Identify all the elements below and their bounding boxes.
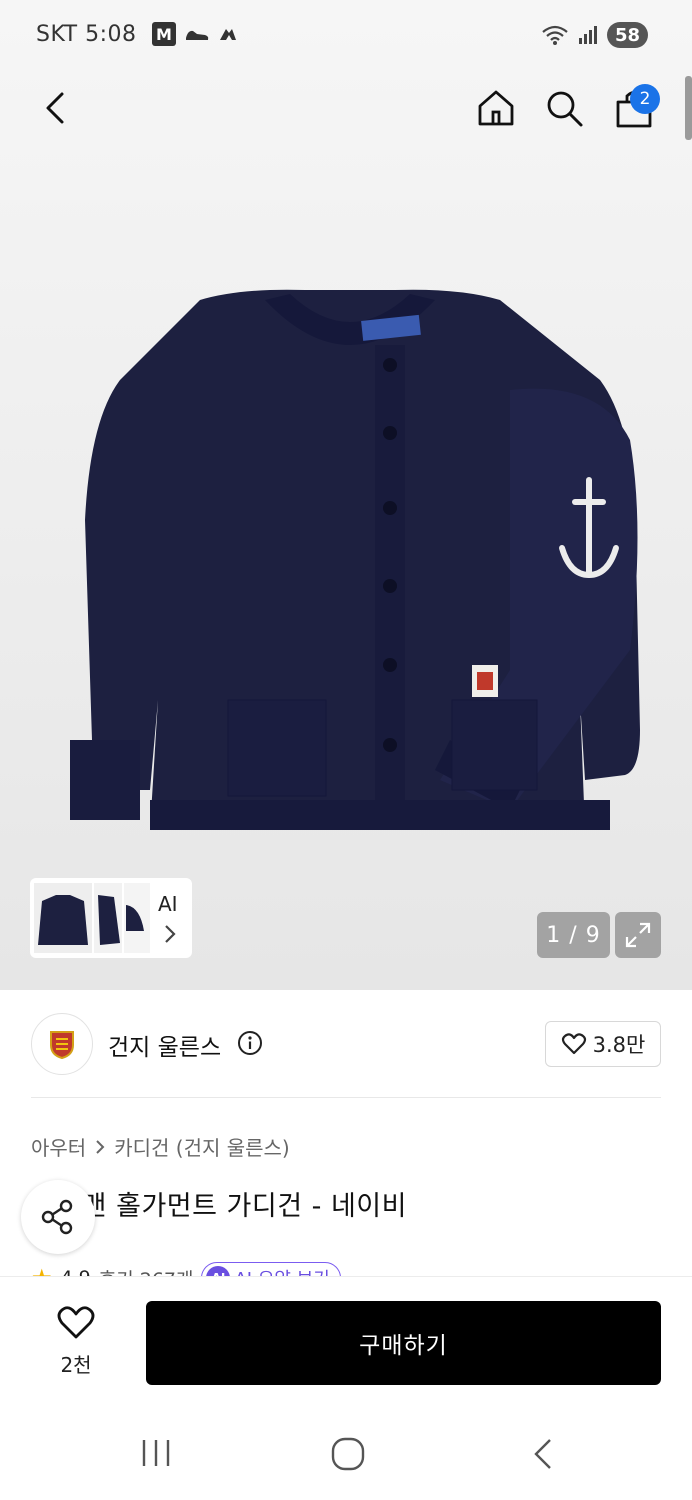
info-icon[interactable]	[237, 1030, 263, 1056]
app-icon	[220, 29, 236, 40]
wifi-icon	[542, 25, 568, 45]
breadcrumb: 아우터 카디건 (건지 울른스)	[31, 1132, 290, 1161]
recent-apps-button[interactable]	[140, 1438, 172, 1468]
top-nav	[0, 76, 692, 140]
wishlist-count: 2천	[60, 1353, 92, 1377]
status-bar: SKT 5:08 M 58	[0, 0, 692, 70]
chevron-right-icon	[96, 1139, 105, 1154]
ai-thumbnail-card[interactable]	[30, 878, 192, 958]
heart-icon	[561, 1033, 586, 1055]
search-button[interactable]	[542, 86, 586, 130]
chevron-right-icon	[165, 925, 176, 943]
breadcrumb-item[interactable]: 아우터	[31, 1132, 86, 1161]
expand-icon	[625, 922, 651, 948]
thumbnail-ai-label: AI	[158, 892, 178, 916]
thumbnail-images	[34, 883, 150, 953]
product-image[interactable]	[40, 270, 660, 870]
signal-icon	[578, 26, 597, 44]
share-icon	[41, 1199, 73, 1235]
m-badge-icon: M	[152, 22, 176, 46]
system-home-button[interactable]	[330, 1436, 366, 1472]
heart-icon	[57, 1306, 95, 1339]
battery-icon: 58	[606, 22, 648, 48]
wishlist-button[interactable]: 2천	[40, 1301, 112, 1381]
brand-logo[interactable]	[31, 1013, 93, 1075]
share-button[interactable]	[21, 1180, 95, 1254]
page-indicator: 1 / 9	[537, 912, 610, 958]
expand-button[interactable]	[615, 912, 661, 958]
breadcrumb-item[interactable]: 카디건 (건지 울른스)	[114, 1132, 290, 1161]
cart-count-badge: 2	[630, 84, 660, 114]
system-navigation-bar	[0, 1400, 692, 1500]
shoe-icon	[186, 30, 209, 40]
system-icons: 58	[541, 22, 648, 48]
product-gallery[interactable]: SKT 5:08 M 58 2 AI 1 / 9	[0, 0, 692, 990]
bottom-action-bar: 2천 구매하기	[0, 1276, 692, 1400]
brand-like-count: 3.8만	[592, 1033, 646, 1057]
brand-like-button[interactable]: 3.8만	[545, 1021, 661, 1067]
notification-icons: M	[152, 22, 238, 46]
buy-button[interactable]: 구매하기	[146, 1301, 661, 1385]
divider	[31, 1097, 661, 1098]
back-button[interactable]	[36, 88, 76, 128]
system-back-button[interactable]	[530, 1436, 556, 1472]
home-button[interactable]	[474, 86, 518, 130]
shield-icon	[50, 1031, 74, 1059]
brand-row: 건지 울른스 3.8만	[0, 990, 692, 1100]
status-time: SKT 5:08	[36, 22, 137, 47]
brand-name[interactable]: 건지 울른스	[108, 1028, 221, 1062]
